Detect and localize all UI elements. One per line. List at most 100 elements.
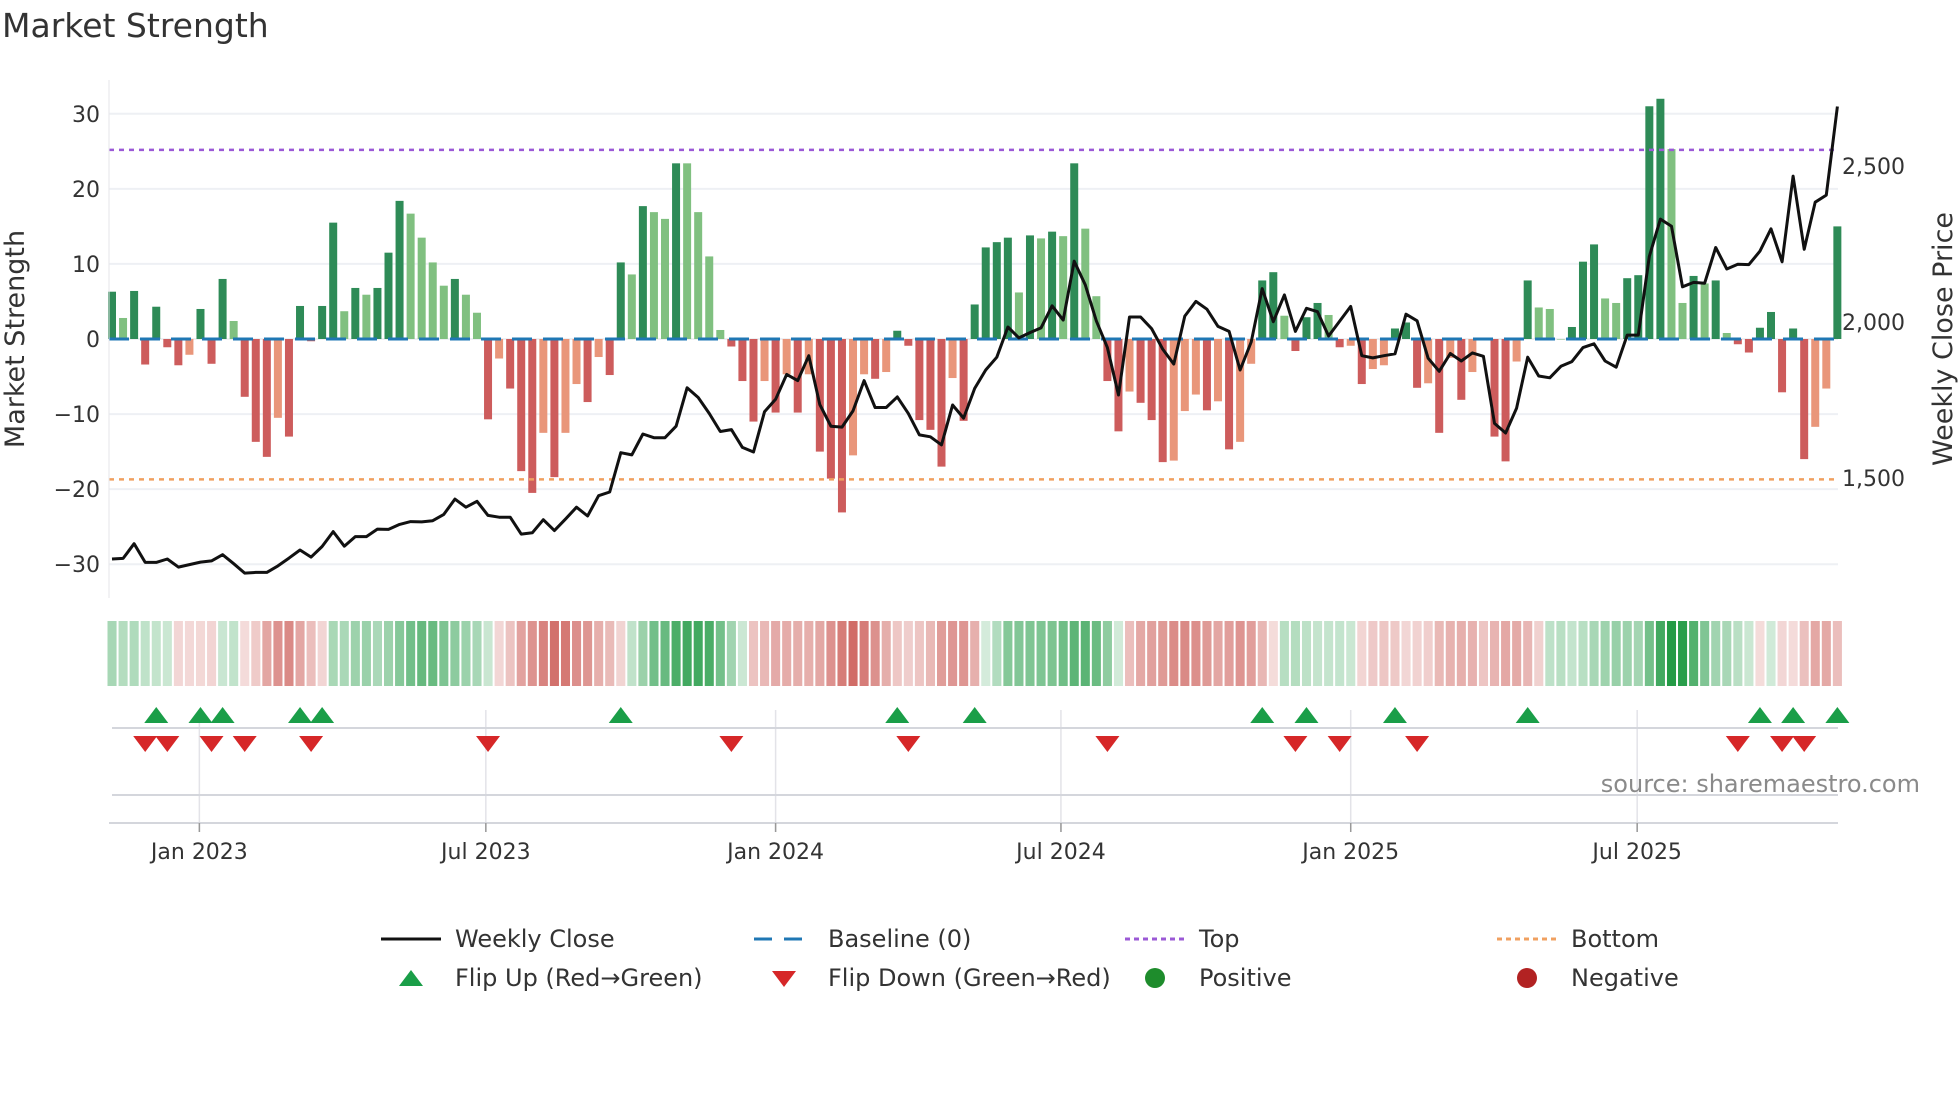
flip-up-marker: [608, 707, 633, 723]
heatmap-cell: [1246, 621, 1256, 686]
strength-bar: [937, 339, 946, 467]
strength-bar: [760, 339, 769, 382]
strength-bar: [296, 305, 305, 339]
strength-bar: [1269, 272, 1278, 339]
heatmap-cell: [1810, 621, 1820, 686]
strength-bar: [539, 339, 548, 433]
strength-bar: [1059, 236, 1068, 339]
strength-bar: [1435, 339, 1444, 433]
strength-bar: [262, 339, 271, 457]
strength-bar: [1368, 339, 1377, 370]
strength-bar: [428, 262, 437, 339]
heatmap-cell: [1257, 621, 1267, 686]
flip-up-marker: [962, 707, 987, 723]
heatmap-cell: [682, 621, 692, 686]
flip-up-marker: [188, 707, 213, 723]
heatmap-cell: [1390, 621, 1400, 686]
strength-bar: [229, 320, 238, 339]
heatmap-cell: [218, 621, 228, 686]
heatmap-cell: [1423, 621, 1433, 686]
strength-bar: [384, 252, 393, 339]
heatmap-cell: [1445, 621, 1455, 686]
strength-bar: [461, 294, 470, 339]
heatmap-cell: [1600, 621, 1610, 686]
strength-bar: [1048, 231, 1057, 339]
heatmap-cell: [439, 621, 449, 686]
heatmap-cell: [638, 621, 648, 686]
strength-bar: [1236, 339, 1245, 442]
y-tick-label: 30: [72, 103, 100, 128]
strength-bar: [1800, 339, 1809, 460]
heatmap-cell: [1744, 621, 1754, 686]
strength-bar: [185, 339, 194, 355]
heatmap-cell: [649, 621, 659, 686]
heatmap-cell: [1490, 621, 1500, 686]
heatmap-cell: [616, 621, 626, 686]
heatmap-cell: [118, 621, 128, 686]
heatmap-cell: [494, 621, 504, 686]
heatmap-cell: [1346, 621, 1356, 686]
flip-up-marker: [1747, 707, 1772, 723]
heatmap-cell: [461, 621, 471, 686]
flip-up-marker: [1382, 707, 1407, 723]
flip-markers: [112, 707, 1850, 796]
strength-bar: [948, 339, 957, 379]
strength-bar: [683, 163, 692, 339]
heatmap-cell: [284, 621, 294, 686]
heatmap-cell: [306, 621, 316, 686]
heatmap-cell: [1014, 621, 1024, 686]
strength-bar: [583, 339, 592, 403]
strength-bar: [1280, 315, 1289, 339]
heatmap-cell: [195, 621, 206, 686]
heatmap-cell: [328, 621, 338, 686]
heatmap-cell: [1788, 621, 1798, 686]
heatmap-cell: [1191, 621, 1201, 686]
strength-bar: [273, 339, 282, 418]
flip-down-marker: [1283, 736, 1308, 752]
dotted-line-swatch-icon: [1125, 937, 1185, 941]
heatmap-cell: [1147, 621, 1157, 686]
strength-bar: [351, 287, 360, 339]
heatmap-cell: [428, 621, 438, 686]
flip-down-marker: [199, 736, 224, 752]
strength-bar: [1778, 339, 1787, 393]
legend-label: Baseline (0): [828, 925, 972, 953]
strength-bar: [550, 339, 559, 478]
heatmap-cell: [1313, 621, 1323, 686]
heatmap-cell: [1523, 621, 1533, 686]
heatmap-cell: [1357, 621, 1367, 686]
heatmap-cell: [1268, 621, 1278, 686]
heatmap-cell: [560, 621, 571, 686]
strength-bar: [1789, 328, 1798, 339]
heatmap-cell: [516, 621, 526, 686]
strength-bar: [1645, 106, 1654, 339]
heatmap-cell: [1169, 621, 1179, 686]
strength-bar: [1822, 339, 1831, 389]
strength-bar: [1291, 339, 1300, 352]
heatmap-cell: [1180, 621, 1190, 686]
strength-bar: [605, 339, 614, 376]
heatmap-cell: [914, 621, 924, 686]
heatmap-cell: [704, 621, 714, 686]
heatmap-cell: [837, 621, 847, 686]
y2-axis-label: Weekly Close Price: [1928, 212, 1959, 466]
strength-bar: [1512, 339, 1521, 362]
heatmap-cell: [804, 621, 814, 686]
heatmap-cell: [173, 621, 183, 686]
heatmap-cell: [361, 621, 371, 686]
strength-bar: [362, 294, 371, 339]
heatmap-cell: [1711, 621, 1721, 686]
strength-bar: [240, 339, 249, 397]
strength-bar: [506, 339, 515, 389]
x-tick-label: Jan 2025: [1300, 840, 1399, 865]
heatmap-cell: [748, 621, 759, 686]
heatmap-cell: [848, 621, 858, 686]
gridlines: [109, 112, 1838, 832]
heatmap-cell: [538, 621, 548, 686]
heatmap-cell: [1025, 621, 1035, 686]
strength-bar: [318, 305, 327, 339]
strength-heatmap-strip: [107, 621, 1842, 686]
heatmap-cell: [505, 621, 515, 686]
heatmap-cell: [1633, 621, 1643, 686]
strength-bar: [1689, 275, 1698, 339]
